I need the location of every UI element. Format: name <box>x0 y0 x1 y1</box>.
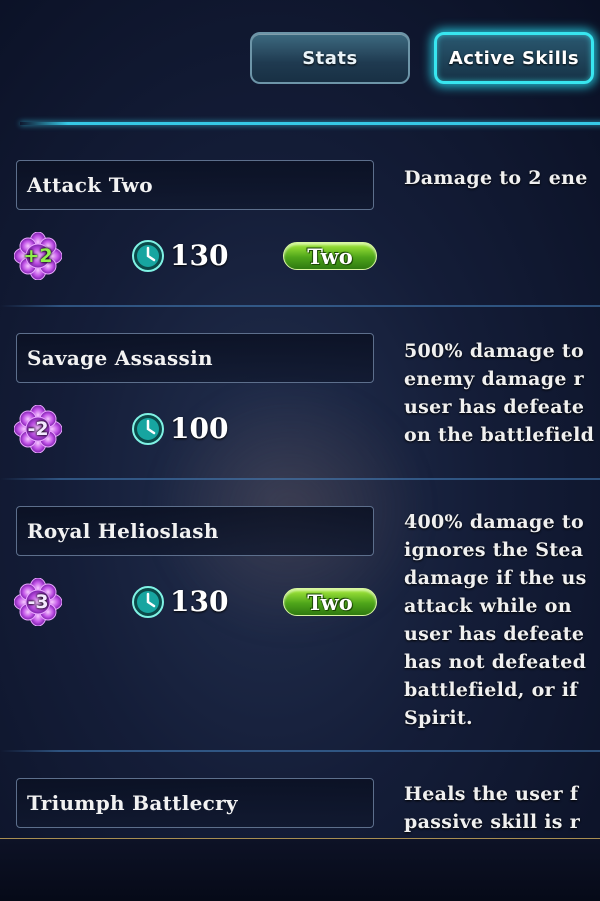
clock-icon <box>132 240 164 272</box>
row-divider <box>0 750 600 752</box>
cooldown-value: 130 <box>170 239 229 272</box>
row-divider <box>0 305 600 307</box>
soul-cost: -3 <box>27 591 49 613</box>
tab-active-skills[interactable]: Active Skills <box>434 32 594 84</box>
cooldown-value: 130 <box>170 585 229 618</box>
row-divider <box>0 478 600 480</box>
skill-name: Attack Two <box>16 160 374 210</box>
header-divider <box>20 122 600 125</box>
soul-cost: +2 <box>23 245 53 267</box>
skill-name: Triumph Battlecry <box>16 778 374 828</box>
target-badge: Two <box>283 588 377 616</box>
tab-stats[interactable]: Stats <box>250 32 410 84</box>
skill-name: Royal Helioslash <box>16 506 374 556</box>
skill-description: 500% damage to enemy damage r user has d… <box>404 340 595 446</box>
skill-description: Heals the user f passive skill is r <box>404 783 581 833</box>
skill-name: Savage Assassin <box>16 333 374 383</box>
bottom-bar <box>0 838 600 901</box>
target-badge: Two <box>283 242 377 270</box>
skill-description: 400% damage to ignores the Stea damage i… <box>404 511 587 729</box>
clock-icon <box>132 413 164 445</box>
skill-description: Damage to 2 ene <box>404 167 588 189</box>
soul-cost: -2 <box>27 418 49 440</box>
clock-icon <box>132 586 164 618</box>
cooldown-value: 100 <box>170 412 229 445</box>
